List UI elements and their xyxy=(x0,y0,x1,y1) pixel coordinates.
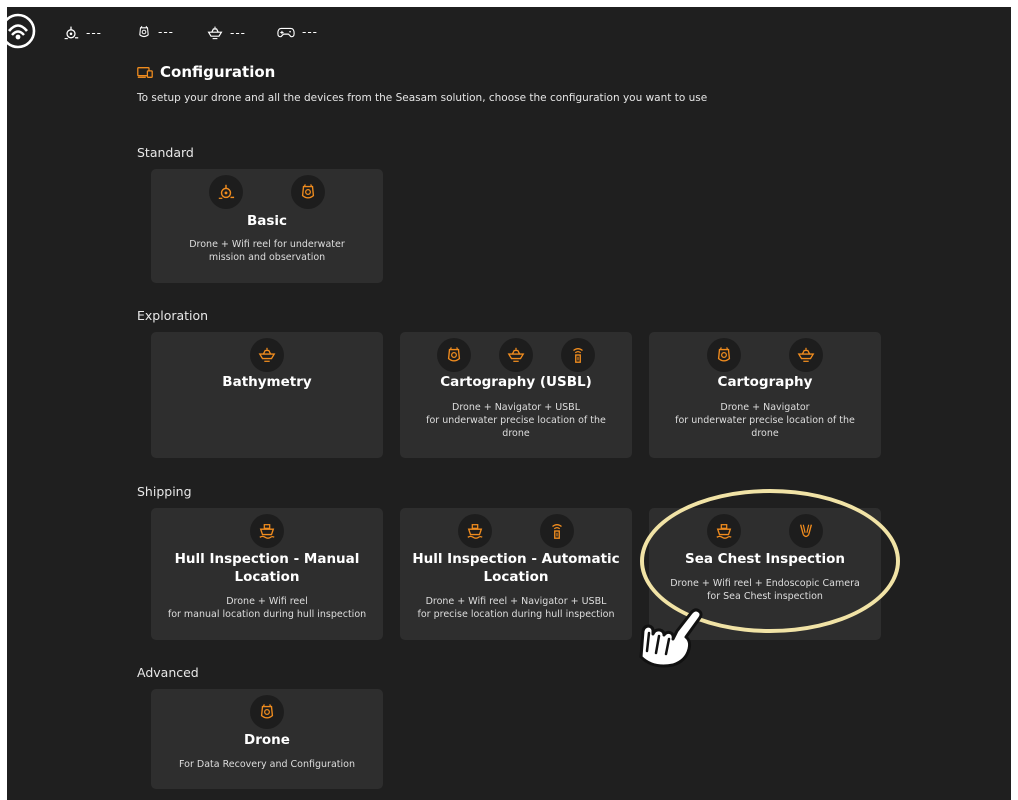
drone-icon xyxy=(63,25,79,41)
card-title: Sea Chest Inspection xyxy=(684,551,845,567)
section-standard-label: Standard xyxy=(137,145,194,160)
card-description-line: for manual location during hull inspecti… xyxy=(167,609,367,620)
usbl-icon xyxy=(561,338,595,372)
card-description-line: Drone + Wifi reel + Navigator + USBL xyxy=(425,596,607,607)
card-description-line: mission and observation xyxy=(208,252,326,263)
config-card-drone[interactable]: Drone For Data Recovery and Configuratio… xyxy=(151,689,383,789)
page-title: Configuration xyxy=(160,63,276,81)
page-header: Configuration xyxy=(137,63,275,81)
status-reel-value: --- xyxy=(158,25,174,39)
config-card-cartography-usbl[interactable]: Cartography (USBL) Drone + Navigator + U… xyxy=(400,332,632,458)
status-gamepad: --- xyxy=(277,25,318,39)
ship-icon xyxy=(707,514,741,548)
gamepad-icon xyxy=(277,26,295,39)
status-navigator: --- xyxy=(207,25,246,41)
config-card-basic[interactable]: Basic Drone + Wifi reel for underwater m… xyxy=(151,169,383,283)
card-description-line: Drone + Wifi reel xyxy=(226,596,308,607)
status-gamepad-value: --- xyxy=(302,25,318,39)
reel-icon xyxy=(707,338,741,372)
section-shipping-label: Shipping xyxy=(137,484,192,499)
config-card-cartography[interactable]: Cartography Drone + Navigator for underw… xyxy=(649,332,881,458)
card-description-line: for underwater precise location of the xyxy=(426,415,606,426)
ship-icon xyxy=(458,514,492,548)
card-title: Cartography xyxy=(717,374,813,390)
card-title: Drone xyxy=(244,732,290,748)
pointing-hand-icon xyxy=(639,608,703,668)
status-navigator-value: --- xyxy=(230,26,246,40)
card-title: Cartography (USBL) xyxy=(440,374,592,390)
configuration-icon xyxy=(137,66,153,79)
card-description-line: for precise location during hull inspect… xyxy=(417,609,615,620)
status-reel: --- xyxy=(137,25,174,39)
section-advanced-label: Advanced xyxy=(137,665,199,680)
config-card-bathymetry[interactable]: Bathymetry xyxy=(151,332,383,458)
navigator-icon xyxy=(207,25,223,41)
card-description-line: drone xyxy=(502,428,530,439)
config-card-hull-inspection-manual[interactable]: Hull Inspection - Manual Location Drone … xyxy=(151,508,383,640)
card-title-line: Location xyxy=(483,569,549,585)
card-title: Bathymetry xyxy=(222,374,312,390)
card-title-line: Location xyxy=(234,569,300,585)
navigator-icon xyxy=(499,338,533,372)
card-description-line: Drone + Wifi reel + Endoscopic Camera xyxy=(670,578,860,589)
reel-icon xyxy=(250,695,284,729)
card-description-line: Drone + Navigator + USBL xyxy=(452,402,580,413)
navigator-icon xyxy=(250,338,284,372)
card-description-line: For Data Recovery and Configuration xyxy=(179,759,355,770)
card-description-line: for underwater precise location of the xyxy=(675,415,855,426)
card-description-line: Drone + Wifi reel for underwater xyxy=(189,239,345,250)
card-title-line: Hull Inspection - Automatic xyxy=(412,551,620,567)
ship-icon xyxy=(250,514,284,548)
app-window: --- --- --- --- Configuration To setup y… xyxy=(7,7,1011,800)
status-drone-value: --- xyxy=(86,26,102,40)
page-subtitle: To setup your drone and all the devices … xyxy=(137,92,708,104)
drone-icon xyxy=(209,175,243,209)
card-title: Basic xyxy=(246,213,288,229)
config-card-hull-inspection-automatic[interactable]: Hull Inspection - Automatic Location Dro… xyxy=(400,508,632,640)
reel-icon xyxy=(437,338,471,372)
reel-icon xyxy=(291,175,325,209)
card-description-line: drone xyxy=(751,428,779,439)
seasam-logo-icon[interactable] xyxy=(7,11,38,51)
card-description-line: Drone + Navigator xyxy=(720,402,810,413)
reel-icon xyxy=(137,25,151,39)
usbl-icon xyxy=(540,514,574,548)
section-exploration-label: Exploration xyxy=(137,308,209,323)
endoscopic-camera-icon xyxy=(789,514,823,548)
status-drone: --- xyxy=(63,25,102,41)
navigator-icon xyxy=(789,338,823,372)
card-title-line: Hull Inspection - Manual xyxy=(174,551,360,567)
